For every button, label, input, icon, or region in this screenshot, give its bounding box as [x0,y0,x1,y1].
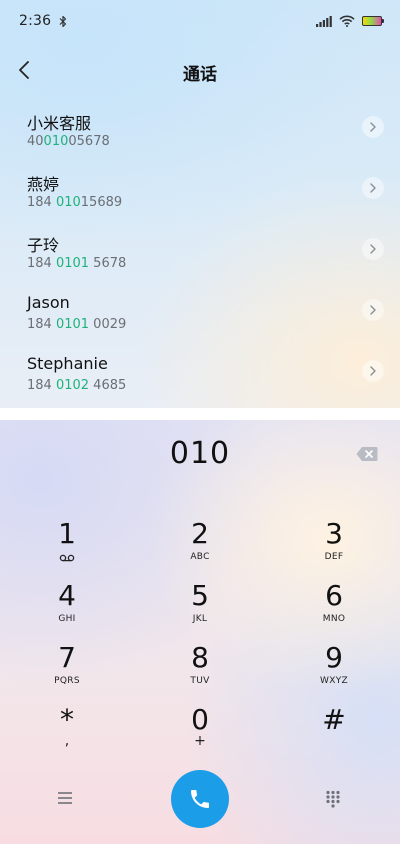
key-digit: 1 [58,517,76,550]
key-digit: 6 [325,579,343,612]
contact-detail-button[interactable] [362,360,384,382]
dialpad-toggle-button[interactable] [325,790,343,810]
key-digit: 9 [325,641,343,674]
key-digit: 8 [191,641,209,674]
chevron-right-icon [370,183,376,193]
key-star[interactable]: * , [12,704,122,762]
number-match: 0101 [55,256,90,271]
key-sub: + [194,733,206,749]
contact-number: 184 01015689 [27,195,122,210]
contact-name: Stephanie [27,354,108,373]
dialer-bottom-bar [0,770,400,830]
backspace-button[interactable] [356,446,378,462]
number-prefix: 184 [27,256,56,271]
contact-row[interactable]: 燕婷 184 01015689 [0,159,400,220]
contact-list: 小米客服 4001005678 燕婷 184 01015689 子玲 184 0… [0,98,400,403]
number-suffix: 5678 [89,256,127,271]
status-time: 2:36 [19,13,52,29]
key-digit: 2 [191,517,209,550]
chevron-right-icon [370,244,376,254]
key-6[interactable]: 6 MNO [279,580,389,638]
bluetooth-icon [59,15,67,27]
contact-row[interactable]: Stephanie 184 0102 4685 [0,342,400,403]
number-match: 0101 [55,317,90,332]
key-letters: ABC [190,552,210,562]
battery-icon [362,16,384,26]
key-digit: # [322,703,346,736]
key-letters: TUV [190,676,210,686]
contact-row[interactable]: Jason 184 0101 0029 [0,281,400,342]
contact-detail-button[interactable] [362,116,384,138]
key-2[interactable]: 2 ABC [145,518,255,576]
menu-button[interactable] [56,790,78,810]
number-prefix: 184 [27,195,56,210]
key-letters: PQRS [54,676,80,686]
contact-number: 184 0102 4685 [27,378,126,393]
key-letters: WXYZ [320,676,348,686]
key-3[interactable]: 3 DEF [279,518,389,576]
key-digit: 7 [58,641,76,674]
key-digit: 5 [191,579,209,612]
key-letters: GHI [58,614,76,624]
contact-name: 小米客服 [27,114,92,133]
contact-number: 184 0101 5678 [27,256,126,271]
signal-icon [316,15,332,27]
key-letters: DEF [324,552,344,562]
number-suffix: 05678 [68,134,110,149]
voicemail-icon [59,554,75,562]
chevron-right-icon [370,305,376,315]
menu-icon [58,792,72,804]
key-digit: 0 [191,703,209,736]
contact-name: Jason [27,293,70,312]
number-match: 010 [43,134,69,149]
wifi-icon [339,15,355,27]
key-digit: * [60,703,74,736]
contact-detail-button[interactable] [362,177,384,199]
number-match: 010 [55,195,81,210]
key-5[interactable]: 5 JKL [145,580,255,638]
page-title: 通话 [183,65,217,85]
contact-row[interactable]: 子玲 184 0101 5678 [0,220,400,281]
contact-number: 184 0101 0029 [27,317,126,332]
title-bar: 通话 [0,50,400,90]
phone-icon [191,790,209,808]
chevron-right-icon [370,122,376,132]
number-suffix: 4685 [89,378,127,393]
key-8[interactable]: 8 TUV [145,642,255,700]
key-hash[interactable]: # [279,704,389,762]
number-prefix: 184 [27,378,56,393]
dialer-panel: 010 1 2 ABC 3 DEF 4 GHI 5 JKL 6 MNO 7 PQ… [0,420,400,844]
key-1[interactable]: 1 [12,518,122,576]
recent-calls-panel: 2:36 通话 小米客服 4001005678 燕婷 184 01015689 … [0,0,400,408]
contact-detail-button[interactable] [362,299,384,321]
key-9[interactable]: 9 WXYZ [279,642,389,700]
number-prefix: 184 [27,317,56,332]
key-4[interactable]: 4 GHI [12,580,122,638]
key-0[interactable]: 0 + [145,704,255,762]
contact-name: 子玲 [27,236,60,255]
dialpad-icon [326,790,340,808]
number-prefix: 40 [27,134,44,149]
number-match: 0102 [55,378,90,393]
contact-name: 燕婷 [27,175,60,194]
contact-row[interactable]: 小米客服 4001005678 [0,98,400,159]
backspace-icon [356,447,378,461]
key-digit: 4 [58,579,76,612]
key-letters: MNO [322,614,346,624]
key-digit: 3 [325,517,343,550]
dialed-number-field[interactable]: 010 [0,436,400,471]
contact-detail-button[interactable] [362,238,384,260]
number-suffix: 0029 [89,317,127,332]
key-7[interactable]: 7 PQRS [12,642,122,700]
number-suffix: 15689 [80,195,123,210]
section-divider [0,408,400,420]
contact-number: 4001005678 [27,134,110,149]
chevron-right-icon [370,366,376,376]
status-bar: 2:36 [0,0,400,42]
status-icons [316,15,384,27]
call-button[interactable] [171,770,229,828]
key-sub: , [64,733,70,749]
key-letters: JKL [192,614,208,624]
